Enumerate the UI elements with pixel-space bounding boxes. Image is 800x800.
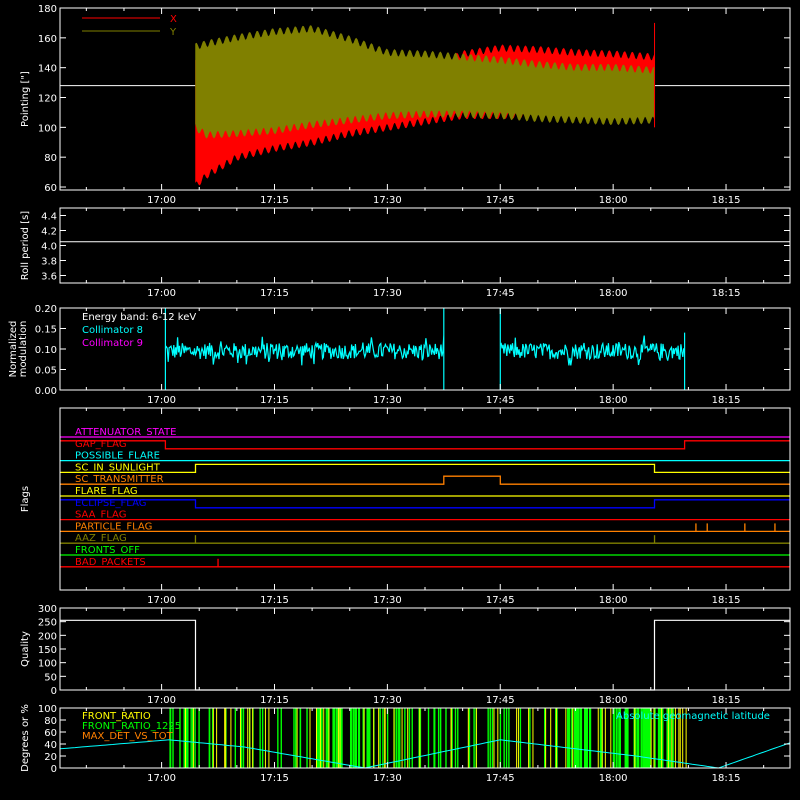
geomag-xtick-label: 17:00 — [147, 773, 176, 784]
modulation-xtick-label: 18:00 — [599, 395, 628, 406]
roll-xtick-label: 17:30 — [373, 288, 402, 299]
pointing-ytick-label: 160 — [38, 34, 57, 45]
roll-ytick-label: 4.4 — [41, 212, 57, 223]
roll-ylabel: Roll period [s] — [20, 211, 31, 280]
geomag-xtick-label: 17:45 — [486, 773, 515, 784]
flag-label-sc-transmitter: SC_TRANSMITTER — [75, 474, 164, 485]
geomag-ytick-label: 60 — [44, 728, 57, 739]
quality-xtick-label: 17:45 — [486, 695, 515, 706]
pointing-xtick-label: 17:30 — [373, 195, 402, 206]
modulation-ytick-label: 0.00 — [35, 386, 57, 397]
pointing-xtick-label: 17:00 — [147, 195, 176, 206]
geomag-xtick-label: 18:00 — [599, 773, 628, 784]
flags-xtick-label: 17:00 — [147, 595, 176, 606]
geomag-ylabel: Degrees or % — [20, 704, 31, 772]
roll-ytick-label: 3.8 — [41, 257, 57, 268]
flag-label-sc-in-sunlight: SC_IN_SUNLIGHT — [75, 462, 161, 473]
pointing-ylabel: Pointing ["] — [20, 71, 31, 127]
modulation-legend-collimator-9: Collimator 9 — [82, 338, 143, 349]
modulation-legend-collimator-8: Collimator 8 — [82, 325, 143, 336]
pointing-legend-label-x: X — [170, 14, 177, 25]
flag-label-fronts-off: FRONTS_OFF — [75, 545, 140, 556]
flag-label-gap-flag: GAP_FLAG — [75, 439, 127, 450]
quality-ytick-label: 200 — [38, 631, 57, 642]
roll-ytick-label: 4.0 — [41, 242, 57, 253]
flag-label-aaz-flag: AAZ_FLAG — [75, 533, 127, 544]
flags-ylabel: Flags — [20, 486, 31, 512]
flag-label-attenuator-state: ATTENUATOR_STATE — [75, 427, 176, 438]
modulation-xtick-label: 17:30 — [373, 395, 402, 406]
quality-ytick-label: 0 — [51, 686, 57, 697]
geomag-ytick-label: 40 — [44, 740, 57, 751]
quality-xtick-label: 18:00 — [599, 695, 628, 706]
modulation-xtick-label: 17:15 — [260, 395, 289, 406]
quality-ytick-label: 100 — [38, 659, 57, 670]
roll-xtick-label: 18:15 — [712, 288, 741, 299]
roll-xtick-label: 18:00 — [599, 288, 628, 299]
pointing-ytick-label: 80 — [44, 153, 57, 164]
flags-xtick-label: 17:30 — [373, 595, 402, 606]
modulation-ylabel: modulation — [18, 321, 29, 378]
pointing-xtick-label: 18:15 — [712, 195, 741, 206]
pointing-ytick-label: 120 — [38, 94, 57, 105]
pointing-ytick-label: 100 — [38, 123, 57, 134]
quality-ytick-label: 50 — [44, 672, 57, 683]
modulation-energy-band-label: Energy band: 6-12 keV — [82, 312, 196, 323]
modulation-ytick-label: 0.05 — [35, 366, 57, 377]
quality-ytick-label: 250 — [38, 618, 57, 629]
geomag-ytick-label: 20 — [44, 752, 57, 763]
geomag-legend-max-det-vs-tot: MAX_DET_VS_TOT — [82, 731, 174, 742]
flag-label-saa-flag: SAA_FLAG — [75, 510, 126, 521]
pointing-ytick-label: 60 — [44, 183, 57, 194]
quality-ytick-label: 150 — [38, 645, 57, 656]
flag-label-bad-packets: BAD_PACKETS — [75, 557, 146, 568]
geomag-xtick-label: 17:30 — [373, 773, 402, 784]
geomag-ytick-label: 80 — [44, 716, 57, 727]
modulation-ytick-label: 0.20 — [35, 304, 57, 315]
modulation-xtick-label: 17:00 — [147, 395, 176, 406]
geomag-xtick-label: 17:15 — [260, 773, 289, 784]
geomag-xtick-label: 18:15 — [712, 773, 741, 784]
flags-xtick-label: 17:45 — [486, 595, 515, 606]
quality-xtick-label: 17:00 — [147, 695, 176, 706]
flags-xtick-label: 18:15 — [712, 595, 741, 606]
modulation-xtick-label: 17:45 — [486, 395, 515, 406]
quality-xtick-label: 17:30 — [373, 695, 402, 706]
quality-ylabel: Quality — [20, 631, 31, 667]
geomag-legend-latitude: Absolute geomagnetic latitude — [616, 711, 770, 722]
flag-label-particle-flag: PARTICLE_FLAG — [75, 521, 152, 532]
quality-ytick-label: 300 — [38, 604, 57, 615]
roll-ytick-label: 3.6 — [41, 272, 57, 283]
flag-label-possible-flare: POSSIBLE_FLARE — [75, 451, 160, 462]
pointing-xtick-label: 18:00 — [599, 195, 628, 206]
figure: 17:00 17:15 17:30 17:45 18:00 18:156080100120… — [0, 0, 800, 800]
roll-ytick-label: 4.2 — [41, 227, 57, 238]
quality-xtick-label: 18:15 — [712, 695, 741, 706]
pointing-xtick-label: 17:45 — [486, 195, 515, 206]
flags-xtick-label: 18:00 — [599, 595, 628, 606]
modulation-ytick-label: 0.10 — [35, 345, 57, 356]
pointing-xtick-label: 17:15 — [260, 195, 289, 206]
flags-xtick-label: 17:15 — [260, 595, 289, 606]
quality-xtick-label: 17:15 — [260, 695, 289, 706]
flag-label-eclipse-flag: ECLIPSE_FLAG — [75, 498, 146, 509]
modulation-ytick-label: 0.15 — [35, 325, 57, 336]
roll-xtick-label: 17:45 — [486, 288, 515, 299]
pointing-ytick-label: 140 — [38, 64, 57, 75]
flag-label-flare-flag: FLARE_FLAG — [75, 486, 138, 497]
geomag-ytick-label: 0 — [51, 764, 57, 775]
roll-xtick-label: 17:15 — [260, 288, 289, 299]
pointing-ytick-label: 180 — [38, 4, 57, 15]
geomag-ytick-label: 100 — [38, 704, 57, 715]
roll-xtick-label: 17:00 — [147, 288, 176, 299]
pointing-legend-label-y: Y — [169, 27, 177, 38]
modulation-xtick-label: 18:15 — [712, 395, 741, 406]
